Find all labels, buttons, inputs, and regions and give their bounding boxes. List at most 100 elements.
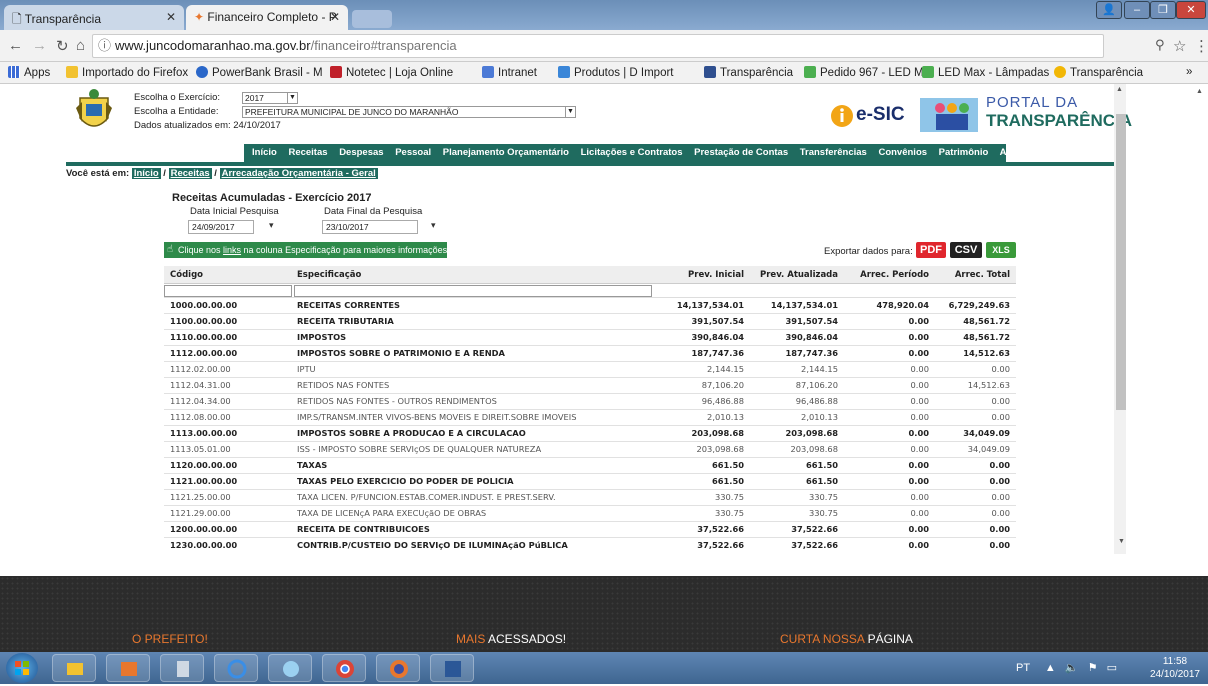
menu-inicio[interactable]: Início bbox=[252, 147, 277, 158]
volume-icon[interactable]: 🔈 bbox=[1065, 662, 1079, 674]
header-prev-atualizada[interactable]: Prev. Atualizada bbox=[760, 266, 838, 284]
cell-especificacao[interactable]: CONTRIB.P/CUSTEIO DO SERVIçO DE ILUMINAç… bbox=[297, 538, 647, 550]
internet-explorer-icon[interactable] bbox=[214, 654, 258, 682]
outlook-icon[interactable] bbox=[106, 654, 150, 682]
cell-especificacao[interactable]: TAXA LICEN. P/FUNCION.ESTAB.COMER.INDUST… bbox=[297, 490, 647, 505]
more-bookmarks-button[interactable]: » bbox=[1186, 66, 1192, 78]
language-indicator[interactable]: PT bbox=[1016, 662, 1030, 674]
chrome-icon[interactable] bbox=[322, 654, 366, 682]
maximize-button[interactable]: ❐ bbox=[1150, 1, 1176, 19]
table-scroll-down-icon[interactable]: ▼ bbox=[1118, 538, 1125, 545]
start-button[interactable] bbox=[6, 653, 38, 683]
close-window-button[interactable]: ✕ bbox=[1176, 1, 1206, 19]
bookmark-pedido[interactable]: Pedido 967 - LED Ma bbox=[804, 66, 930, 79]
export-xls-button[interactable]: XLS bbox=[986, 242, 1016, 258]
exercicio-select[interactable]: 2017 ▼ bbox=[242, 92, 298, 104]
home-icon[interactable]: ⌂ bbox=[76, 37, 85, 54]
flag-icon[interactable]: ⚑ bbox=[1088, 662, 1098, 674]
url-input[interactable]: ⓘ www.juncodomaranhao.ma.gov.br/financei… bbox=[92, 34, 1104, 58]
bookmark-transparencia[interactable]: Transparência bbox=[704, 66, 793, 79]
calculator-icon[interactable] bbox=[160, 654, 204, 682]
table-row[interactable]: 1121.00.00.00 TAXAS PELO EXERCICIO DO POD… bbox=[164, 474, 1016, 490]
table-row[interactable]: 1230.00.00.00 CONTRIB.P/CUSTEIO DO SERVIç… bbox=[164, 538, 1016, 550]
back-icon[interactable]: ← bbox=[8, 37, 23, 54]
network-icon[interactable]: ▭ bbox=[1107, 662, 1117, 674]
menu-icon[interactable]: ⋮ bbox=[1194, 37, 1208, 55]
menu-planejamento[interactable]: Planejamento Orçamentário bbox=[443, 147, 569, 158]
cell-especificacao[interactable]: IMP.S/TRANSM.INTER VIVOS-BENS MOVEIS E D… bbox=[297, 410, 647, 425]
menu-despesas[interactable]: Despesas bbox=[339, 147, 383, 158]
breadcrumb-inicio[interactable]: Início bbox=[131, 168, 161, 179]
hint-link[interactable]: links bbox=[223, 245, 241, 255]
menu-licitacoes[interactable]: Licitações e Contratos bbox=[581, 147, 683, 158]
breadcrumb-current[interactable]: Arrecadação Orçamentária - Geral bbox=[219, 168, 378, 179]
table-row[interactable]: 1112.02.00.00 IPTU 2,144.15 2,144.15 0.00 0.0… bbox=[164, 362, 1016, 378]
bookmark-intranet[interactable]: Intranet bbox=[482, 66, 537, 79]
new-tab-button[interactable] bbox=[352, 10, 392, 28]
bookmark-transparencia-2[interactable]: Transparência bbox=[1054, 66, 1143, 79]
bookmark-apps[interactable]: Apps bbox=[8, 66, 50, 79]
table-row[interactable]: 1113.05.01.00 ISS - IMPOSTO SOBRE SERVIçO… bbox=[164, 442, 1016, 458]
menu-prestacao[interactable]: Prestação de Contas bbox=[694, 147, 788, 158]
cell-especificacao[interactable]: ISS - IMPOSTO SOBRE SERVIçOS DE QUALQUER… bbox=[297, 442, 647, 457]
cell-especificacao[interactable]: RECEITA DE CONTRIBUICOES bbox=[297, 522, 647, 537]
table-row[interactable]: 1000.00.00.00 RECEITAS CORRENTES 14,137,53… bbox=[164, 298, 1016, 314]
clock[interactable]: 11:58 24/10/2017 bbox=[1150, 655, 1200, 681]
bookmark-firefox[interactable]: Importado do Firefox bbox=[66, 66, 188, 79]
header-arrec-total[interactable]: Arrec. Total bbox=[955, 266, 1010, 284]
export-pdf-button[interactable]: PDF bbox=[916, 242, 946, 258]
cell-especificacao[interactable]: TAXAS bbox=[297, 458, 647, 473]
firefox-icon[interactable] bbox=[376, 654, 420, 682]
header-prev-inicial[interactable]: Prev. Inicial bbox=[688, 266, 744, 284]
table-row[interactable]: 1200.00.00.00 RECEITA DE CONTRIBUICOES 37,… bbox=[164, 522, 1016, 538]
tab-financeiro[interactable]: ✦ Financeiro Completo - P ✕ bbox=[186, 5, 348, 30]
entidade-select[interactable]: PREFEITURA MUNICIPAL DE JUNCO DO MARANHÃ… bbox=[242, 106, 576, 118]
table-row[interactable]: 1113.00.00.00 IMPOSTOS SOBRE A PRODUCAO E… bbox=[164, 426, 1016, 442]
table-row[interactable]: 1120.00.00.00 TAXAS 661.50 661.50 0.00 0.00 bbox=[164, 458, 1016, 474]
bookmark-star-icon[interactable]: ☆ bbox=[1173, 37, 1186, 55]
cell-especificacao[interactable]: IMPOSTOS SOBRE O PATRIMONIO E A RENDA bbox=[297, 346, 647, 361]
menu-pessoal[interactable]: Pessoal bbox=[395, 147, 431, 158]
cell-especificacao[interactable]: RETIDOS NAS FONTES - OUTROS RENDIMENTOS bbox=[297, 394, 647, 409]
forward-icon[interactable]: → bbox=[32, 37, 47, 54]
cell-especificacao[interactable]: RECEITA TRIBUTARIA bbox=[297, 314, 647, 329]
portal-transparencia-logo[interactable]: PORTAL DA TRANSPARÊNCIA bbox=[920, 94, 1132, 134]
close-tab-icon[interactable]: ✕ bbox=[330, 10, 340, 24]
tab-transparencia[interactable]: 🗋 Transparência ✕ bbox=[4, 5, 184, 30]
menu-transferencias[interactable]: Transferências bbox=[800, 147, 867, 158]
table-row[interactable]: 1121.29.00.00 TAXA DE LICENçA PARA EXECUç… bbox=[164, 506, 1016, 522]
zoom-icon[interactable]: ⚲ bbox=[1155, 37, 1165, 53]
cell-especificacao[interactable]: IMPOSTOS bbox=[297, 330, 647, 345]
minimize-button[interactable]: – bbox=[1124, 1, 1150, 19]
cell-especificacao[interactable]: IPTU bbox=[297, 362, 647, 377]
table-row[interactable]: 1112.04.31.00 RETIDOS NAS FONTES 87,106.20… bbox=[164, 378, 1016, 394]
filter-especificacao-input[interactable] bbox=[294, 285, 652, 297]
footer-prefeito[interactable]: O PREFEITO! bbox=[132, 632, 208, 646]
menu-convenios[interactable]: Convênios bbox=[878, 147, 927, 158]
footer-curta[interactable]: CURTA NOSSA PÁGINA bbox=[780, 632, 913, 646]
esic-logo[interactable]: e-SIC bbox=[830, 100, 910, 130]
header-arrec-periodo[interactable]: Arrec. Período bbox=[860, 266, 929, 284]
menu-acesso[interactable]: Acesso à Informação bbox=[1000, 147, 1096, 158]
table-row[interactable]: 1112.04.34.00 RETIDOS NAS FONTES - OUTROS… bbox=[164, 394, 1016, 410]
cell-especificacao[interactable]: TAXA DE LICENçA PARA EXECUçãO DE OBRAS bbox=[297, 506, 647, 521]
cell-especificacao[interactable]: RECEITAS CORRENTES bbox=[297, 298, 647, 313]
table-row[interactable]: 1100.00.00.00 RECEITA TRIBUTARIA 391,507.5… bbox=[164, 314, 1016, 330]
bookmark-notetec[interactable]: Notetec | Loja Online bbox=[330, 66, 453, 79]
user-icon[interactable]: 👤 bbox=[1096, 1, 1122, 19]
bookmark-ledmax[interactable]: LED Max - Lâmpadas bbox=[922, 66, 1049, 79]
bookmark-produtos[interactable]: Produtos | D Import bbox=[558, 66, 674, 79]
scroll-up-icon[interactable]: ▲ bbox=[1116, 86, 1123, 93]
date-end-dropdown-icon[interactable]: ▾ bbox=[431, 220, 436, 231]
table-row[interactable]: 1110.00.00.00 IMPOSTOS 390,846.04 390,846.0… bbox=[164, 330, 1016, 346]
filter-codigo-input[interactable] bbox=[164, 285, 292, 297]
bookmark-powerbank[interactable]: PowerBank Brasil - M bbox=[196, 66, 323, 79]
date-start-dropdown-icon[interactable]: ▾ bbox=[269, 220, 274, 231]
table-row[interactable]: 1112.00.00.00 IMPOSTOS SOBRE O PATRIMONIO… bbox=[164, 346, 1016, 362]
tray-expand-icon[interactable]: ▲ bbox=[1045, 662, 1056, 674]
cell-especificacao[interactable]: IMPOSTOS SOBRE A PRODUCAO E A CIRCULACAO bbox=[297, 426, 647, 441]
close-tab-icon[interactable]: ✕ bbox=[166, 10, 176, 24]
header-especificacao[interactable]: Especificação bbox=[297, 266, 647, 284]
table-row[interactable]: 1121.25.00.00 TAXA LICEN. P/FUNCION.ESTAB… bbox=[164, 490, 1016, 506]
reload-icon[interactable]: ↻ bbox=[56, 37, 69, 55]
